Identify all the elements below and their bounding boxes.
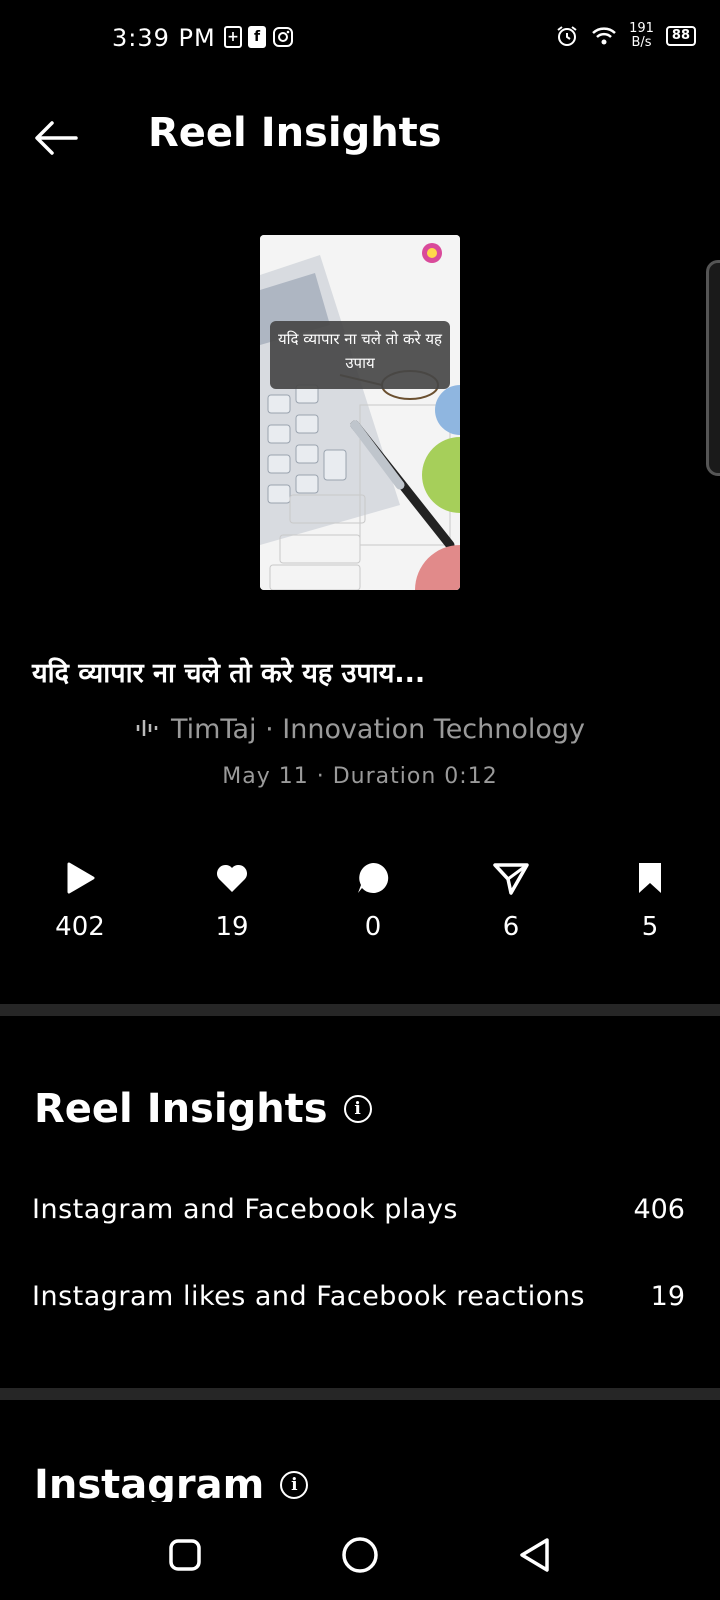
insight-row-value: 406 (633, 1194, 685, 1225)
status-time: 3:39 PM (112, 24, 216, 52)
status-right-icons: 191 B/s 88 (555, 22, 696, 50)
info-icon[interactable]: i (343, 1095, 372, 1123)
battery-icon: 88 (665, 26, 696, 46)
info-icon[interactable]: i (280, 1471, 309, 1499)
insights-section-title: Reel Insights (34, 1086, 328, 1132)
edge-panel-handle[interactable] (706, 260, 720, 476)
network-speed: 191 B/s (629, 22, 654, 50)
thumbnail-caption: यदि व्यापार ना चले तो करे यह उपाय (270, 321, 450, 389)
plays-stat: 402 (30, 858, 130, 942)
section-divider (0, 1004, 720, 1016)
date-duration: May 11 · Duration 0:12 (222, 764, 498, 789)
insights-section-header: Reel Insights i (34, 1086, 372, 1132)
play-icon (67, 862, 95, 894)
arrow-left-icon (35, 121, 78, 155)
reel-title: यदि व्यापार ना चले तो करे यह उपाय... (32, 658, 426, 689)
shares-stat: 6 (461, 858, 561, 942)
heart-icon (216, 864, 248, 892)
instagram-section-header: Instagram i (34, 1462, 309, 1502)
wifi-icon (592, 27, 616, 45)
home-button[interactable] (330, 1530, 390, 1580)
likes-count: 19 (215, 912, 249, 942)
section-divider (0, 1388, 720, 1400)
alarm-icon (557, 26, 577, 46)
facebook-icon: f (248, 26, 266, 48)
triangle-back-icon (520, 1538, 549, 1572)
bookmark-icon (639, 863, 661, 893)
instagram-icon (273, 27, 293, 47)
audio-waveform-icon (135, 715, 161, 746)
audio-attribution[interactable]: TimTaj · Innovation Technology (0, 714, 720, 746)
saves-count: 5 (641, 912, 659, 942)
battery-saver-icon: + (224, 26, 242, 48)
circle-icon (342, 1537, 378, 1573)
back-button[interactable] (30, 112, 82, 164)
comments-stat: 0 (323, 858, 423, 942)
network-speed-unit: B/s (631, 35, 652, 50)
plays-count: 402 (55, 912, 105, 942)
comments-count: 0 (364, 912, 382, 942)
send-icon (493, 863, 529, 895)
likes-stat: 19 (182, 858, 282, 942)
instagram-section-title: Instagram (34, 1462, 265, 1502)
thumbnail-artwork (260, 235, 460, 590)
insight-row-label: Instagram likes and Facebook reactions (32, 1281, 586, 1312)
square-icon (169, 1539, 201, 1571)
instagram-section-clip: Instagram i (0, 1440, 720, 1502)
insight-row-label: Instagram and Facebook plays (32, 1194, 459, 1225)
recents-button[interactable] (155, 1530, 215, 1580)
network-speed-value: 191 (629, 21, 654, 36)
comment-icon (358, 862, 389, 893)
reel-thumbnail[interactable]: यदि व्यापार ना चले तो करे यह उपाय (260, 235, 460, 590)
page-title: Reel Insights (148, 110, 442, 156)
audio-name: TimTaj · Innovation Technology (170, 714, 586, 745)
insight-row-value: 19 (650, 1281, 685, 1312)
saves-stat: 5 (600, 858, 700, 942)
status-notification-icons: + f (224, 26, 294, 48)
back-nav-button[interactable] (505, 1530, 565, 1580)
shares-count: 6 (502, 912, 520, 942)
